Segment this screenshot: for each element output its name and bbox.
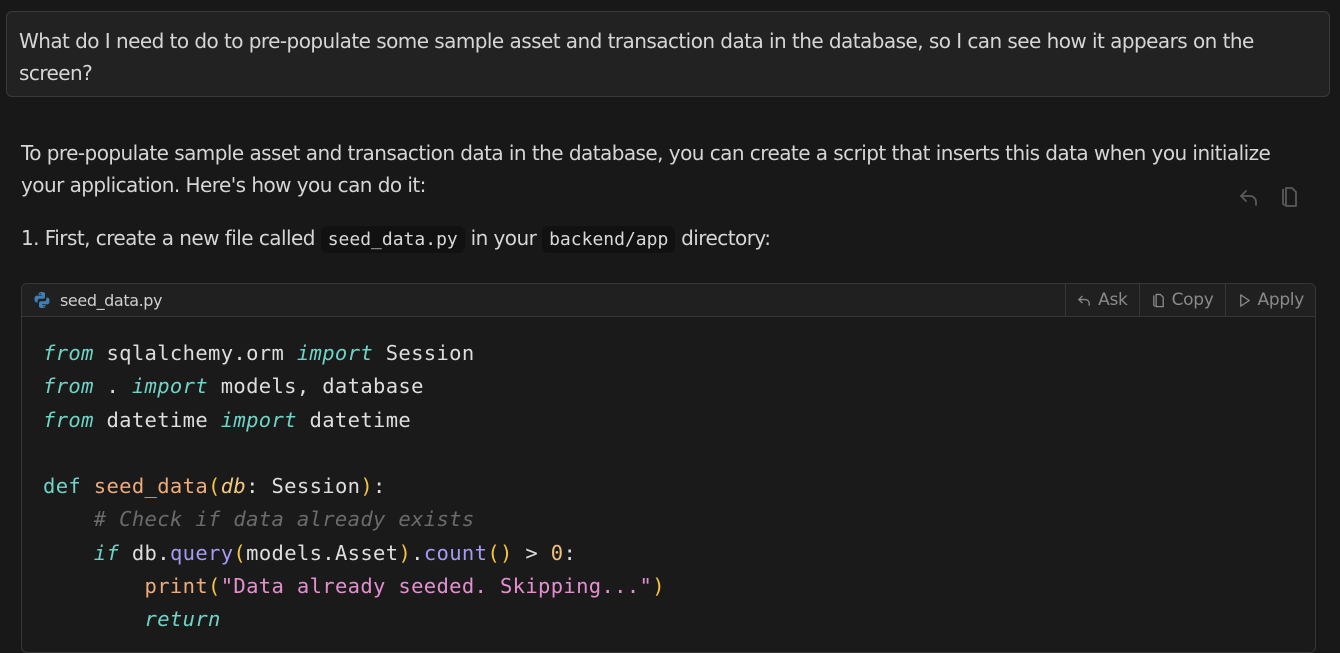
code-line: return — [144, 607, 221, 632]
python-icon — [34, 292, 50, 308]
code-content: from sqlalchemy.orm import Session from .… — [22, 317, 1315, 637]
copy-icon — [1282, 187, 1297, 207]
code-block: seed_data.py Ask Copy Apply from sqlalch… — [21, 283, 1316, 653]
code-line: def seed_data(db: Session): — [43, 474, 386, 499]
ask-button[interactable]: Ask — [1065, 284, 1138, 316]
reply-arrow-icon — [1078, 295, 1090, 306]
code-line: print("Data already seeded. Skipping..."… — [144, 574, 665, 599]
copy-code-button[interactable]: Copy — [1138, 284, 1225, 316]
step-instruction: 1. First, create a new file called seed_… — [21, 222, 771, 256]
copy-message-button[interactable] — [1276, 184, 1302, 210]
code-block-header: seed_data.py Ask Copy Apply — [22, 284, 1315, 317]
code-line: if db.query(models.Asset).count() > 0: — [93, 540, 577, 565]
user-message-text: What do I need to do to pre-populate som… — [19, 29, 1254, 85]
play-icon — [1239, 293, 1250, 307]
inline-code-filename: seed_data.py — [320, 226, 465, 253]
ask-label: Ask — [1098, 290, 1128, 310]
step-prefix: 1. First, create a new file called — [21, 226, 315, 250]
assistant-intro-text: To pre-populate sample asset and transac… — [21, 141, 1271, 197]
user-message-bubble: What do I need to do to pre-populate som… — [6, 11, 1330, 97]
code-line: from sqlalchemy.orm import Session — [43, 341, 475, 365]
code-line: # Check if data already exists — [93, 507, 475, 532]
message-actions — [1236, 184, 1302, 210]
code-line: from . import models, database — [43, 374, 424, 399]
reply-arrow-icon — [1240, 190, 1257, 206]
code-filename[interactable]: seed_data.py — [22, 290, 163, 310]
inline-code-directory: backend/app — [542, 226, 676, 253]
code-block-actions: Ask Copy Apply — [1065, 284, 1315, 316]
step-middle: in your — [470, 226, 537, 250]
copy-label: Copy — [1171, 290, 1214, 310]
reply-button[interactable] — [1236, 184, 1262, 210]
code-line: from datetime import datetime — [43, 407, 412, 432]
code-filename-label: seed_data.py — [60, 290, 163, 310]
step-suffix: directory: — [681, 226, 771, 250]
apply-label: Apply — [1257, 290, 1305, 310]
apply-button[interactable]: Apply — [1224, 284, 1316, 316]
copy-icon — [1152, 293, 1164, 307]
